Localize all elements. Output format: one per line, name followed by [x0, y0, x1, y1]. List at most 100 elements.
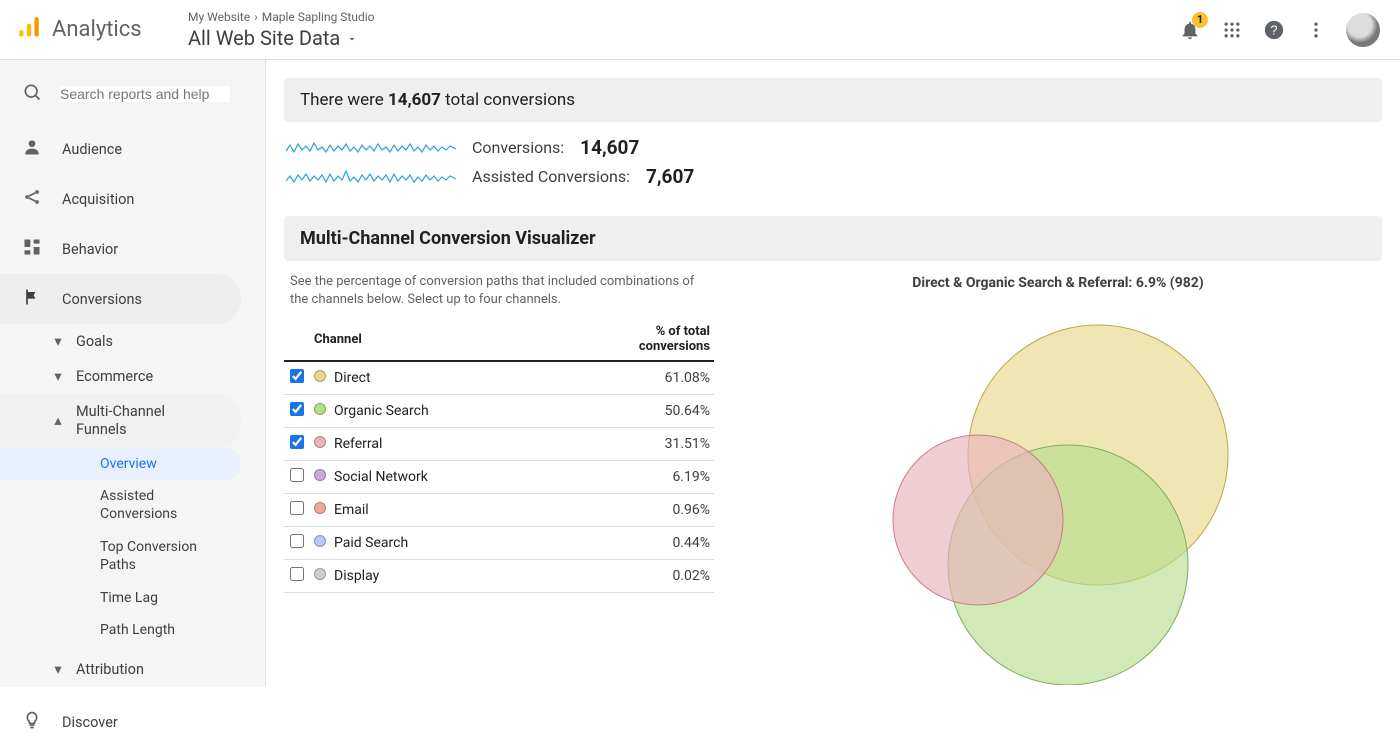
- channel-checkbox[interactable]: [290, 534, 304, 548]
- metric-value: 7,607: [646, 165, 694, 188]
- nav-label: Overview: [100, 456, 157, 472]
- person-icon: [22, 137, 42, 161]
- caret-up-icon: ▴: [52, 412, 64, 430]
- color-swatch-icon: [314, 403, 326, 415]
- nav-mcf-pathlen[interactable]: Path Length: [0, 614, 265, 646]
- channel-name: Email: [330, 493, 547, 526]
- logo-block: Analytics: [16, 15, 174, 45]
- header-actions: 1 ?: [1178, 13, 1388, 47]
- channel-panel: See the percentage of conversion paths t…: [284, 271, 714, 685]
- notifications-button[interactable]: 1: [1178, 18, 1202, 42]
- nav-label: Path Length: [100, 622, 175, 638]
- nav-mcf-paths[interactable]: Top Conversion Paths: [0, 531, 265, 582]
- nav-label: Goals: [76, 333, 113, 350]
- channel-pct: 6.19%: [547, 460, 714, 493]
- channel-checkbox[interactable]: [290, 501, 304, 515]
- channel-pct: 31.51%: [547, 427, 714, 460]
- color-swatch-icon: [314, 469, 326, 481]
- color-swatch-icon: [314, 502, 326, 514]
- channel-pct: 50.64%: [547, 394, 714, 427]
- nav-acquisition[interactable]: Acquisition: [0, 174, 265, 224]
- table-row: Email0.96%: [284, 493, 714, 526]
- visualizer-header: Multi-Channel Conversion Visualizer: [284, 216, 1382, 261]
- table-row: Referral31.51%: [284, 427, 714, 460]
- avatar[interactable]: [1346, 13, 1380, 47]
- visualizer-desc: See the percentage of conversion paths t…: [284, 271, 714, 319]
- nav-label: Ecommerce: [76, 368, 153, 385]
- channel-name: Social Network: [330, 460, 547, 493]
- table-row: Organic Search50.64%: [284, 394, 714, 427]
- venn-diagram: [848, 305, 1268, 685]
- nav-label: Attribution: [76, 661, 144, 678]
- analytics-logo-icon: [16, 15, 42, 45]
- nav-ecommerce[interactable]: ▾ Ecommerce: [0, 359, 265, 394]
- color-swatch-icon: [314, 568, 326, 580]
- view-name: All Web Site Data: [188, 26, 340, 50]
- channel-pct: 61.08%: [547, 361, 714, 395]
- help-button[interactable]: ?: [1262, 18, 1286, 42]
- notification-badge: 1: [1192, 12, 1208, 28]
- channel-checkbox[interactable]: [290, 567, 304, 581]
- table-row: Display0.02%: [284, 559, 714, 592]
- table-row: Direct61.08%: [284, 361, 714, 395]
- table-row: Paid Search0.44%: [284, 526, 714, 559]
- main-content: There were 14,607 total conversions Conv…: [266, 60, 1400, 687]
- nav-label: Multi-Channel Funnels: [76, 403, 196, 439]
- flag-icon: [22, 287, 42, 311]
- channel-checkbox[interactable]: [290, 435, 304, 449]
- banner-prefix: There were: [300, 90, 388, 110]
- product-name: Analytics: [52, 17, 142, 42]
- venn-panel: Direct & Organic Search & Referral: 6.9%…: [734, 271, 1382, 685]
- nav-discover[interactable]: Discover: [0, 697, 265, 747]
- channel-checkbox[interactable]: [290, 369, 304, 383]
- nav-mcf-assisted[interactable]: Assisted Conversions: [0, 480, 265, 531]
- visualizer-area: See the percentage of conversion paths t…: [284, 271, 1382, 685]
- view-selector[interactable]: My Website › Maple Sapling Studio All We…: [188, 10, 374, 50]
- channel-checkbox[interactable]: [290, 468, 304, 482]
- banner-count: 14,607: [388, 90, 441, 110]
- search-icon: [22, 82, 42, 106]
- channel-pct: 0.44%: [547, 526, 714, 559]
- channel-name: Display: [330, 559, 547, 592]
- nav-goals[interactable]: ▾ Goals: [0, 324, 265, 359]
- channel-checkbox[interactable]: [290, 402, 304, 416]
- caret-down-icon: [346, 26, 358, 50]
- nav-mcf-timelag[interactable]: Time Lag: [0, 582, 265, 614]
- nav-conversions[interactable]: Conversions: [0, 274, 241, 324]
- metric-assisted: Assisted Conversions: 7,607: [286, 165, 1382, 188]
- channel-pct: 0.96%: [547, 493, 714, 526]
- nav-label: Conversions: [62, 291, 142, 308]
- nav-mcf-overview[interactable]: Overview: [0, 448, 241, 480]
- caret-down-icon: ▾: [52, 661, 64, 678]
- app-header: Analytics My Website › Maple Sapling Stu…: [0, 0, 1400, 60]
- crumb-property: Maple Sapling Studio: [262, 10, 375, 24]
- conversions-banner: There were 14,607 total conversions: [284, 78, 1382, 122]
- search-row: [0, 66, 265, 124]
- metric-value: 14,607: [580, 136, 639, 159]
- col-channel: Channel: [310, 319, 547, 361]
- nav-mcf[interactable]: ▴ Multi-Channel Funnels: [0, 394, 241, 448]
- svg-text:?: ?: [1270, 22, 1277, 37]
- apps-button[interactable]: [1220, 18, 1244, 42]
- table-row: Social Network6.19%: [284, 460, 714, 493]
- metric-conversions: Conversions: 14,607: [286, 136, 1382, 159]
- nav-attribution[interactable]: ▾ Attribution: [0, 652, 265, 687]
- color-swatch-icon: [314, 535, 326, 547]
- nav-label: Audience: [62, 141, 122, 158]
- dashboard-icon: [22, 237, 42, 261]
- more-button[interactable]: [1304, 18, 1328, 42]
- metric-label: Conversions:: [472, 138, 564, 157]
- nav-behavior[interactable]: Behavior: [0, 224, 265, 274]
- nav-label: Time Lag: [100, 590, 158, 606]
- search-input[interactable]: [60, 86, 230, 102]
- nav-label: Acquisition: [62, 191, 134, 208]
- lightbulb-icon: [22, 710, 42, 734]
- chevron-right-icon: ›: [254, 10, 258, 24]
- channel-table: Channel % of total conversions Direct61.…: [284, 319, 714, 593]
- metric-label: Assisted Conversions:: [472, 167, 630, 186]
- share-icon: [22, 187, 42, 211]
- sparkline-icon: [286, 137, 456, 159]
- color-swatch-icon: [314, 436, 326, 448]
- nav-audience[interactable]: Audience: [0, 124, 265, 174]
- nav-label: Behavior: [62, 241, 118, 258]
